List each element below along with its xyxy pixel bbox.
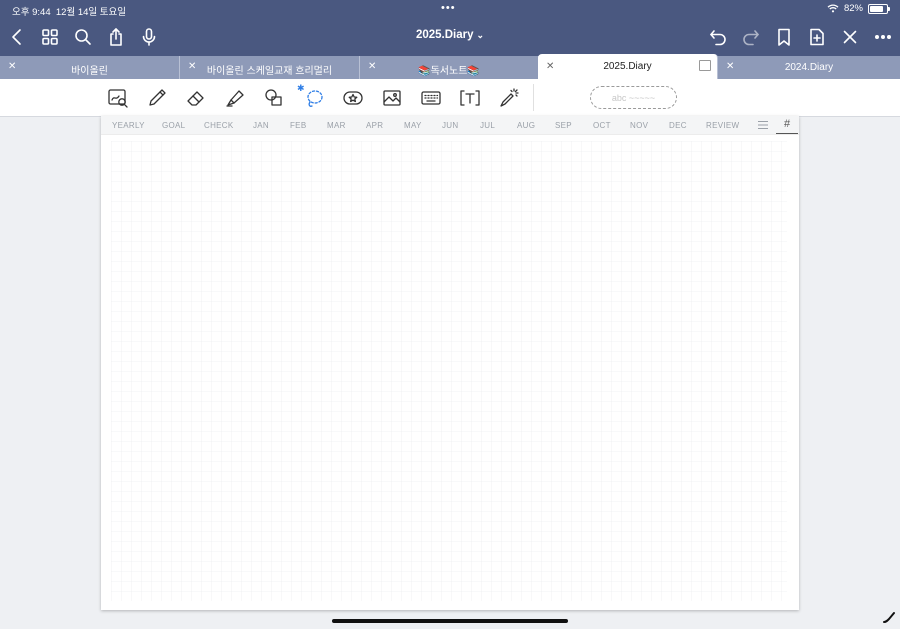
nav-link-mar[interactable]: MAR <box>327 121 346 130</box>
shapes-tool[interactable] <box>261 85 287 111</box>
nav-link-apr[interactable]: APR <box>366 121 383 130</box>
toolbar-divider <box>533 84 534 111</box>
grid-paper <box>111 141 787 601</box>
battery-fill <box>870 5 884 12</box>
text-box-tool[interactable] <box>457 85 483 111</box>
document-title-text: 2025.Diary <box>415 29 474 41</box>
text-box-icon <box>460 90 480 106</box>
battery-percent: 82% <box>843 3 863 14</box>
nav-link-dec[interactable]: DEC <box>669 121 687 130</box>
status-right: 82% <box>827 3 890 14</box>
nav-link-feb[interactable]: FEB <box>290 121 306 130</box>
nav-link-review[interactable]: REVIEW <box>706 121 739 130</box>
wifi-icon <box>827 4 839 13</box>
laser-pointer-icon <box>500 88 519 107</box>
lasso-icon <box>307 90 323 107</box>
keyboard-tool[interactable] <box>418 85 444 111</box>
nav-link-aug[interactable]: AUG <box>517 121 535 130</box>
document-tab-bar: ✕ 바이올린 ✕ 바이올린 스케일교재 흐리멀리 ✕ 📚독서노트📚 ✕ 2025… <box>0 54 900 79</box>
tab-violin[interactable]: ✕ 바이올린 <box>0 56 180 79</box>
nav-link-jan[interactable]: JAN <box>253 121 269 130</box>
highlighter-tool[interactable] <box>222 85 248 111</box>
status-date: 12월 14일 토요일 <box>55 7 127 18</box>
tool-preview-pill[interactable]: abc ~~~~~ <box>590 86 677 109</box>
nav-link-may[interactable]: MAY <box>404 121 422 130</box>
pen-tool[interactable] <box>144 85 170 111</box>
bookmark-button[interactable] <box>773 26 795 48</box>
nav-link-oct[interactable]: OCT <box>593 121 611 130</box>
nav-link-check[interactable]: CHECK <box>204 121 234 130</box>
nav-link-nov[interactable]: NOV <box>630 121 648 130</box>
apple-pencil-icon <box>883 612 895 623</box>
redo-icon <box>743 30 759 46</box>
sticker-icon <box>343 91 363 105</box>
status-clock: 오후 9:44 <box>12 7 51 18</box>
shapes-icon <box>265 89 282 106</box>
tab-2024-diary[interactable]: ✕ 2024.Diary <box>718 56 900 79</box>
tool-bar: ✱ abc ~~~~~ <box>0 79 900 117</box>
close-document-button[interactable] <box>839 26 861 48</box>
zoom-window-icon <box>108 89 128 108</box>
split-view-icon[interactable] <box>699 60 711 71</box>
tab-2025-diary[interactable]: ✕ 2025.Diary <box>538 54 718 79</box>
undo-icon <box>710 30 726 46</box>
nav-link-goal[interactable]: GOAL <box>162 121 185 130</box>
add-page-icon <box>810 28 824 46</box>
home-indicator[interactable] <box>332 619 568 623</box>
highlighter-icon <box>226 90 244 107</box>
keyboard-icon <box>421 91 441 105</box>
bookmark-icon <box>778 28 790 46</box>
image-icon <box>383 90 401 106</box>
tab-label: 바이올린 <box>71 66 108 77</box>
status-time: 오후 9:44 12월 14일 토요일 <box>12 4 126 18</box>
multitask-dots-icon[interactable]: ••• <box>441 2 456 14</box>
battery-icon <box>868 3 890 14</box>
undo-button[interactable] <box>707 26 729 48</box>
top-bar: 오후 9:44 12월 14일 토요일 ••• 82% 2025.Diary ⌄ <box>0 0 900 56</box>
grid-view-icon[interactable]: # <box>776 118 798 134</box>
zoom-window-tool[interactable] <box>105 85 131 111</box>
notebook-page[interactable]: YEARLY GOAL CHECK JAN FEB MAR APR MAY JU… <box>101 116 799 610</box>
more-button[interactable] <box>872 26 894 48</box>
redo-button[interactable] <box>740 26 762 48</box>
image-tool[interactable] <box>379 85 405 111</box>
tab-violin-scale-book[interactable]: ✕ 바이올린 스케일교재 흐리멀리 <box>180 56 360 79</box>
tab-label: 바이올린 스케일교재 흐리멀리 <box>206 66 333 77</box>
eraser-tool[interactable] <box>183 85 209 111</box>
pen-icon <box>149 89 166 106</box>
chevron-down-icon: ⌄ <box>476 30 485 40</box>
tab-label: 📚독서노트📚 <box>418 66 480 77</box>
add-page-button[interactable] <box>806 26 828 48</box>
nav-link-yearly[interactable]: YEARLY <box>112 121 145 130</box>
lasso-tool[interactable] <box>301 85 327 111</box>
tab-reading-notes[interactable]: ✕ 📚독서노트📚 <box>360 56 539 79</box>
close-icon <box>843 30 857 44</box>
tool-preview-text: abc ~~~~~ <box>611 92 656 103</box>
nav-link-jul[interactable]: JUL <box>480 121 495 130</box>
laser-pointer-tool[interactable] <box>496 85 522 111</box>
status-bar: 오후 9:44 12월 14일 토요일 ••• 82% <box>0 0 900 18</box>
eraser-icon <box>187 91 204 106</box>
nav-link-jun[interactable]: JUN <box>442 121 458 130</box>
page-navigation-bar: YEARLY GOAL CHECK JAN FEB MAR APR MAY JU… <box>101 116 799 135</box>
tab-label: 2024.Diary <box>784 62 834 73</box>
document-title[interactable]: 2025.Diary ⌄ <box>0 29 900 41</box>
nav-bar: 2025.Diary ⌄ <box>0 22 900 52</box>
nav-link-sep[interactable]: SEP <box>555 121 572 130</box>
tab-label: 2025.Diary <box>603 61 652 72</box>
more-icon <box>874 35 892 40</box>
sticker-tool[interactable] <box>340 85 366 111</box>
list-view-icon[interactable] <box>757 120 769 130</box>
